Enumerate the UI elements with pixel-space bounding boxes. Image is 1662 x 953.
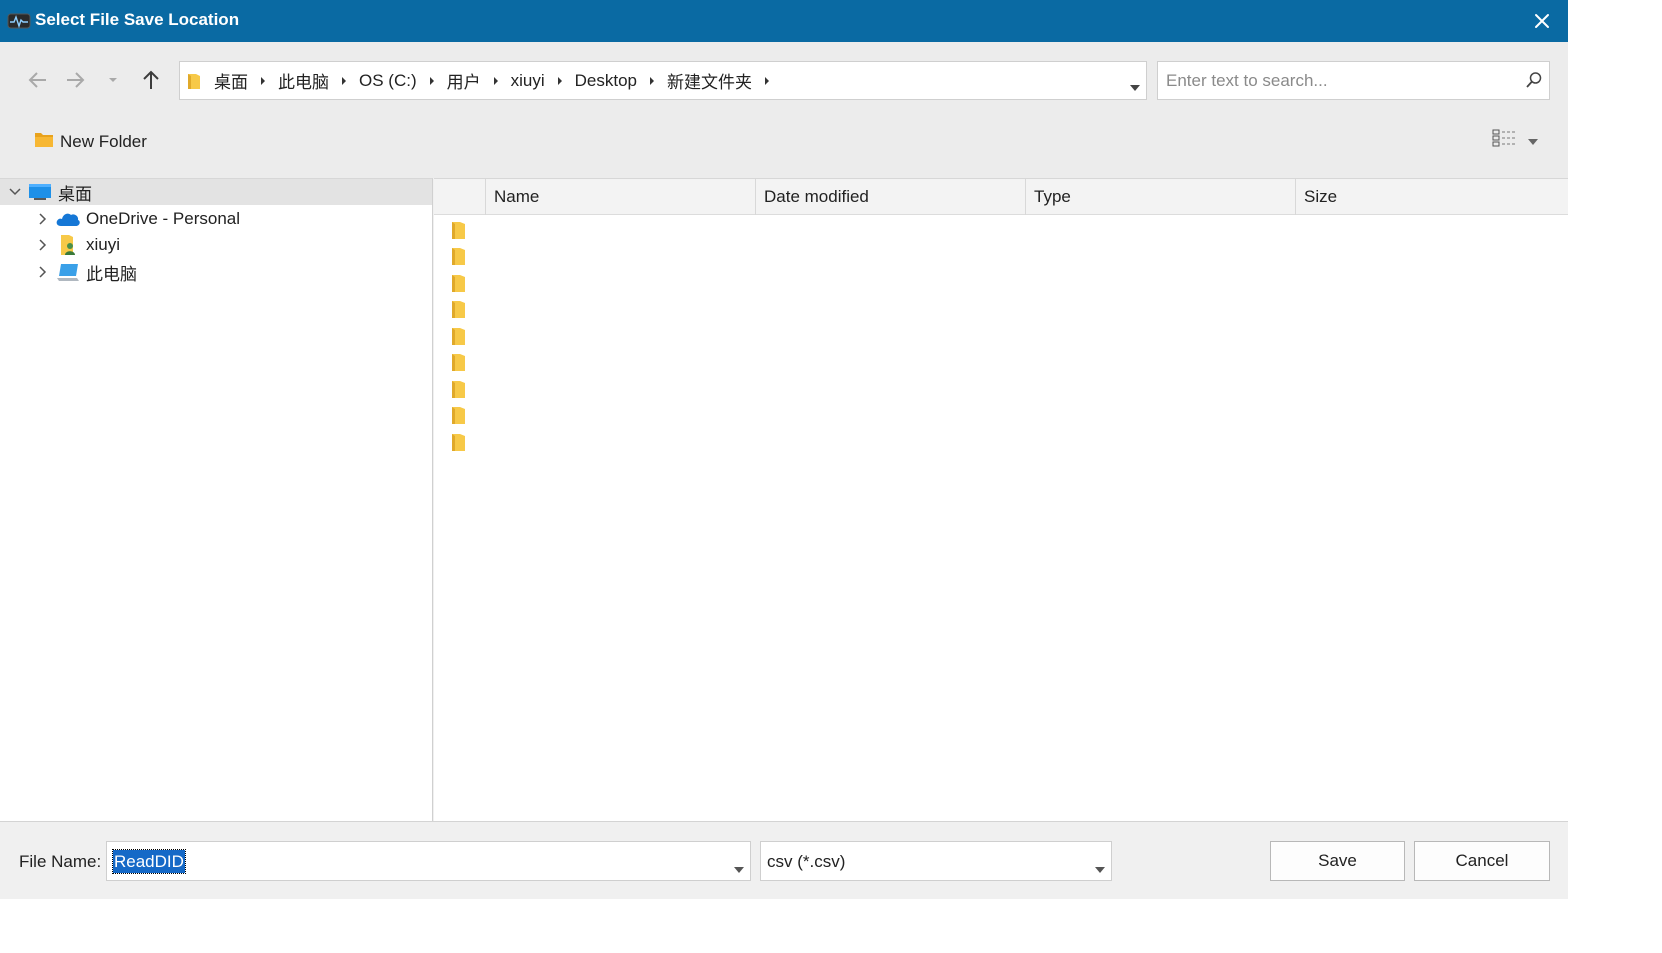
chevron-down-icon[interactable]: [1095, 858, 1105, 878]
column-header-name[interactable]: Name: [485, 179, 755, 215]
chevron-right-icon[interactable]: [417, 76, 447, 85]
search-input[interactable]: [1164, 68, 1514, 94]
new-folder-button[interactable]: New Folder: [34, 127, 147, 157]
footer-bar: File Name: ReadDID csv (*.csv) Save Canc…: [0, 821, 1568, 899]
chevron-right-icon[interactable]: [637, 76, 667, 85]
breadcrumb-item[interactable]: 用户: [447, 68, 511, 93]
file-name-combobox[interactable]: ReadDID: [106, 841, 751, 881]
navigation-tree: 桌面 OneDrive - Personal xiuyi 此电脑: [0, 178, 433, 821]
tree-item-label: OneDrive - Personal: [86, 209, 241, 228]
save-button[interactable]: Save: [1270, 841, 1405, 881]
list-item[interactable]: [434, 243, 1568, 269]
folder-icon: [450, 327, 466, 351]
chevron-right-icon[interactable]: [35, 211, 51, 227]
list-item[interactable]: [434, 217, 1568, 243]
user-folder-icon: [55, 234, 81, 256]
breadcrumb-item[interactable]: 新建文件夹: [667, 68, 782, 93]
folder-icon: [450, 380, 466, 404]
tree-item-onedrive[interactable]: OneDrive - Personal: [0, 206, 432, 232]
command-toolbar: New Folder: [0, 118, 1568, 178]
chevron-down-icon[interactable]: [99, 66, 127, 94]
tree-item-label: 此电脑: [86, 264, 137, 284]
folder-icon: [450, 300, 466, 324]
arrow-right-icon[interactable]: [61, 66, 89, 94]
arrow-up-icon[interactable]: [137, 66, 165, 94]
folder-icon: [450, 221, 466, 245]
tree-item-label: xiuyi: [86, 235, 121, 254]
tree-item-user[interactable]: xiuyi: [0, 232, 432, 258]
chevron-right-icon[interactable]: [752, 76, 782, 85]
folder-icon: [450, 274, 466, 298]
tree-item-desktop[interactable]: 桌面: [0, 179, 432, 205]
search-box[interactable]: [1157, 61, 1550, 100]
column-headers: Name Date modified Type Size: [434, 179, 1568, 215]
list-item[interactable]: [434, 323, 1568, 349]
search-icon[interactable]: [1525, 71, 1543, 94]
navigation-bar: 桌面 此电脑 OS (C:) 用户 xiuyi Desktop 新建文件夹: [0, 42, 1568, 118]
tree-item-this-pc[interactable]: 此电脑: [0, 259, 432, 285]
arrow-left-icon[interactable]: [24, 66, 52, 94]
save-dialog: Select File Save Location 桌面 此电脑 OS (C:): [0, 0, 1568, 899]
list-item[interactable]: [434, 296, 1568, 322]
list-item[interactable]: [434, 349, 1568, 375]
cancel-button[interactable]: Cancel: [1414, 841, 1550, 881]
chevron-down-icon[interactable]: [7, 184, 23, 200]
breadcrumb-item[interactable]: 桌面: [214, 68, 278, 93]
list-item[interactable]: [434, 270, 1568, 296]
folder-icon: [450, 353, 466, 377]
folder-icon: [187, 72, 201, 95]
close-icon[interactable]: [1530, 9, 1554, 33]
breadcrumb-item[interactable]: Desktop: [575, 71, 667, 91]
file-type-select[interactable]: csv (*.csv): [760, 841, 1112, 881]
chevron-right-icon[interactable]: [329, 76, 359, 85]
file-list: Name Date modified Type Size: [434, 178, 1568, 821]
list-item[interactable]: [434, 402, 1568, 428]
view-options-button[interactable]: [1492, 127, 1552, 153]
address-bar[interactable]: 桌面 此电脑 OS (C:) 用户 xiuyi Desktop 新建文件夹: [179, 61, 1147, 100]
breadcrumb-item[interactable]: OS (C:): [359, 71, 447, 91]
column-header-size[interactable]: Size: [1295, 179, 1568, 215]
onedrive-cloud-icon: [55, 208, 81, 230]
list-item[interactable]: [434, 376, 1568, 402]
window-title: Select File Save Location: [35, 10, 240, 29]
folder-icon: [450, 406, 466, 430]
chevron-down-icon: [1528, 130, 1538, 150]
breadcrumb-item[interactable]: 此电脑: [278, 68, 359, 93]
chevron-right-icon[interactable]: [545, 76, 575, 85]
folder-icon: [450, 247, 466, 271]
chevron-down-icon[interactable]: [734, 858, 744, 878]
app-waveform-icon: [7, 12, 31, 30]
details-view-icon: [1492, 129, 1516, 152]
desktop-icon: [27, 181, 53, 203]
new-folder-icon: [34, 131, 54, 153]
address-dropdown-icon[interactable]: [1130, 76, 1140, 96]
file-type-value: csv (*.csv): [767, 852, 846, 871]
tree-item-label: 桌面: [58, 184, 92, 204]
column-header-date-modified[interactable]: Date modified: [755, 179, 1025, 215]
breadcrumb: 桌面 此电脑 OS (C:) 用户 xiuyi Desktop 新建文件夹: [214, 62, 782, 99]
column-header-type[interactable]: Type: [1025, 179, 1295, 215]
breadcrumb-item[interactable]: xiuyi: [511, 71, 575, 91]
this-pc-icon: [55, 261, 81, 283]
folder-icon: [450, 433, 466, 457]
chevron-right-icon[interactable]: [35, 237, 51, 253]
chevron-right-icon[interactable]: [481, 76, 511, 85]
file-name-input[interactable]: [112, 849, 712, 874]
file-name-label: File Name:: [19, 852, 102, 871]
chevron-right-icon[interactable]: [248, 76, 278, 85]
title-bar: Select File Save Location: [0, 0, 1568, 42]
chevron-right-icon[interactable]: [35, 264, 51, 280]
list-item[interactable]: [434, 429, 1568, 455]
